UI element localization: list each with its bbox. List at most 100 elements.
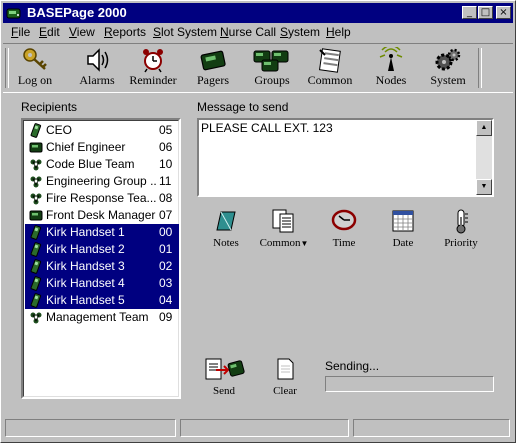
- groups-button[interactable]: Groups: [240, 47, 304, 89]
- common-list-icon: [272, 209, 294, 233]
- clear-button[interactable]: Clear: [267, 356, 303, 397]
- minimize-button[interactable]: _: [462, 6, 477, 19]
- groups-label: Groups: [254, 73, 290, 87]
- clock-icon: [331, 209, 357, 231]
- list-item[interactable]: CEO 05: [25, 122, 179, 139]
- recipient-name: Kirk Handset 2: [46, 242, 125, 256]
- sending-label: Sending...: [325, 359, 380, 373]
- recipients-list-inner: CEO 05 Chief Engineer 06 Code Blue Team 10 Eng…: [23, 120, 179, 397]
- nodes-button[interactable]: Nodes: [359, 47, 423, 89]
- chevron-down-icon: ▼: [300, 239, 309, 248]
- recipient-name: Front Desk Manager: [46, 208, 156, 222]
- network-node-icon: [379, 47, 403, 71]
- reminder-button[interactable]: Reminder: [121, 47, 185, 89]
- list-item[interactable]: Management Team 09: [25, 309, 179, 326]
- list-item[interactable]: Kirk Handset 2 01: [25, 241, 179, 258]
- pager-icon: [29, 210, 43, 221]
- priority-button[interactable]: Priority: [439, 208, 483, 249]
- blank-page-icon: [277, 358, 294, 380]
- message-label: Message to send: [197, 100, 289, 114]
- status-pane-2: [180, 419, 349, 437]
- pagers-button[interactable]: Pagers: [181, 47, 245, 89]
- recipient-name: Management Team: [46, 310, 149, 324]
- message-scrollbar[interactable]: ▲ ▼: [476, 120, 492, 195]
- scroll-up-icon[interactable]: ▲: [476, 120, 492, 136]
- menu-reports[interactable]: Reports: [104, 25, 146, 40]
- common-dropdown-button[interactable]: Common▼: [254, 208, 314, 250]
- system-button[interactable]: System: [416, 47, 480, 89]
- menu-view[interactable]: View: [69, 25, 95, 40]
- log-on-button[interactable]: Log on: [3, 47, 67, 89]
- recipient-name: Kirk Handset 1: [46, 225, 125, 239]
- title-bar[interactable]: BASEPage 2000 _ □ ×: [3, 3, 513, 23]
- common-label: Common: [307, 73, 353, 87]
- recipient-code: 09: [159, 310, 173, 324]
- menu-help[interactable]: Help: [326, 25, 351, 40]
- notepad-icon: [216, 211, 236, 231]
- menu-edit[interactable]: Edit: [39, 25, 60, 40]
- notes-button[interactable]: Notes: [206, 208, 246, 249]
- clear-label: Clear: [273, 385, 297, 397]
- send-icon: [205, 358, 245, 380]
- pager-icon: [29, 142, 43, 153]
- menu-bar: File Edit View Reports Slot System Nurse…: [3, 23, 513, 42]
- thermometer-icon: [456, 209, 468, 234]
- recipient-name: Kirk Handset 4: [46, 276, 125, 290]
- scroll-down-icon[interactable]: ▼: [476, 179, 492, 195]
- common-tool-label: Common▼: [259, 237, 309, 249]
- send-button[interactable]: Send: [201, 356, 247, 397]
- recipient-name: Kirk Handset 5: [46, 293, 125, 307]
- list-item[interactable]: Kirk Handset 3 02: [25, 258, 179, 275]
- key-icon: [23, 48, 47, 70]
- priority-label: Priority: [444, 237, 478, 249]
- recipient-code: 04: [159, 293, 173, 307]
- list-item[interactable]: Front Desk Manager 07: [25, 207, 179, 224]
- recipient-code: 07: [159, 208, 173, 222]
- common-messages-icon: [318, 48, 341, 73]
- toolbar-separator: [478, 48, 482, 88]
- group-icon: [30, 312, 42, 324]
- pager-icon: [200, 50, 226, 71]
- recipient-name: Engineering Group ...: [46, 174, 156, 188]
- list-item[interactable]: Fire Response Tea... 08: [25, 190, 179, 207]
- recipients-list[interactable]: CEO 05 Chief Engineer 06 Code Blue Team 10 Eng…: [21, 118, 181, 399]
- group-icon: [30, 193, 42, 205]
- list-item[interactable]: Kirk Handset 5 04: [25, 292, 179, 309]
- menu-nurse-call[interactable]: Nurse Call: [220, 25, 276, 40]
- gears-icon: [435, 48, 461, 71]
- alarms-label: Alarms: [79, 73, 115, 87]
- alarm-clock-icon: [143, 49, 163, 73]
- list-item[interactable]: Code Blue Team 10: [25, 156, 179, 173]
- window-title: BASEPage 2000: [27, 5, 127, 20]
- recipient-code: 06: [159, 140, 173, 154]
- menu-slot-system[interactable]: Slot System: [153, 25, 217, 40]
- recipient-code: 05: [159, 123, 173, 137]
- status-pane-3: [353, 419, 510, 437]
- menu-system[interactable]: System: [280, 25, 320, 40]
- time-button[interactable]: Time: [325, 208, 363, 249]
- maximize-button[interactable]: □: [478, 6, 493, 19]
- alarms-button[interactable]: Alarms: [65, 47, 129, 89]
- app-window: BASEPage 2000 _ □ × File Edit View Repor…: [0, 0, 516, 443]
- recipient-code: 02: [159, 259, 173, 273]
- list-item[interactable]: Kirk Handset 1 00: [25, 224, 179, 241]
- recipient-code: 10: [159, 157, 173, 171]
- nodes-label: Nodes: [375, 73, 407, 87]
- recipient-name: Kirk Handset 3: [46, 259, 125, 273]
- list-item[interactable]: Engineering Group ... 11: [25, 173, 179, 190]
- handset-icon: [30, 225, 42, 240]
- reminder-label: Reminder: [129, 73, 177, 87]
- handset-icon: [30, 293, 42, 308]
- list-item[interactable]: Kirk Handset 4 03: [25, 275, 179, 292]
- recipient-code: 00: [159, 225, 173, 239]
- menu-file[interactable]: File: [11, 25, 30, 40]
- common-button[interactable]: Common: [298, 47, 362, 89]
- list-item[interactable]: Chief Engineer 06: [25, 139, 179, 156]
- message-textarea[interactable]: PLEASE CALL EXT. 123 ▲ ▼: [197, 118, 494, 197]
- handset-icon: [30, 242, 42, 257]
- handset-icon: [30, 123, 42, 138]
- date-button[interactable]: Date: [384, 208, 422, 249]
- group-icon: [30, 159, 42, 171]
- close-button[interactable]: ×: [496, 6, 511, 19]
- recipient-name: Chief Engineer: [46, 140, 126, 154]
